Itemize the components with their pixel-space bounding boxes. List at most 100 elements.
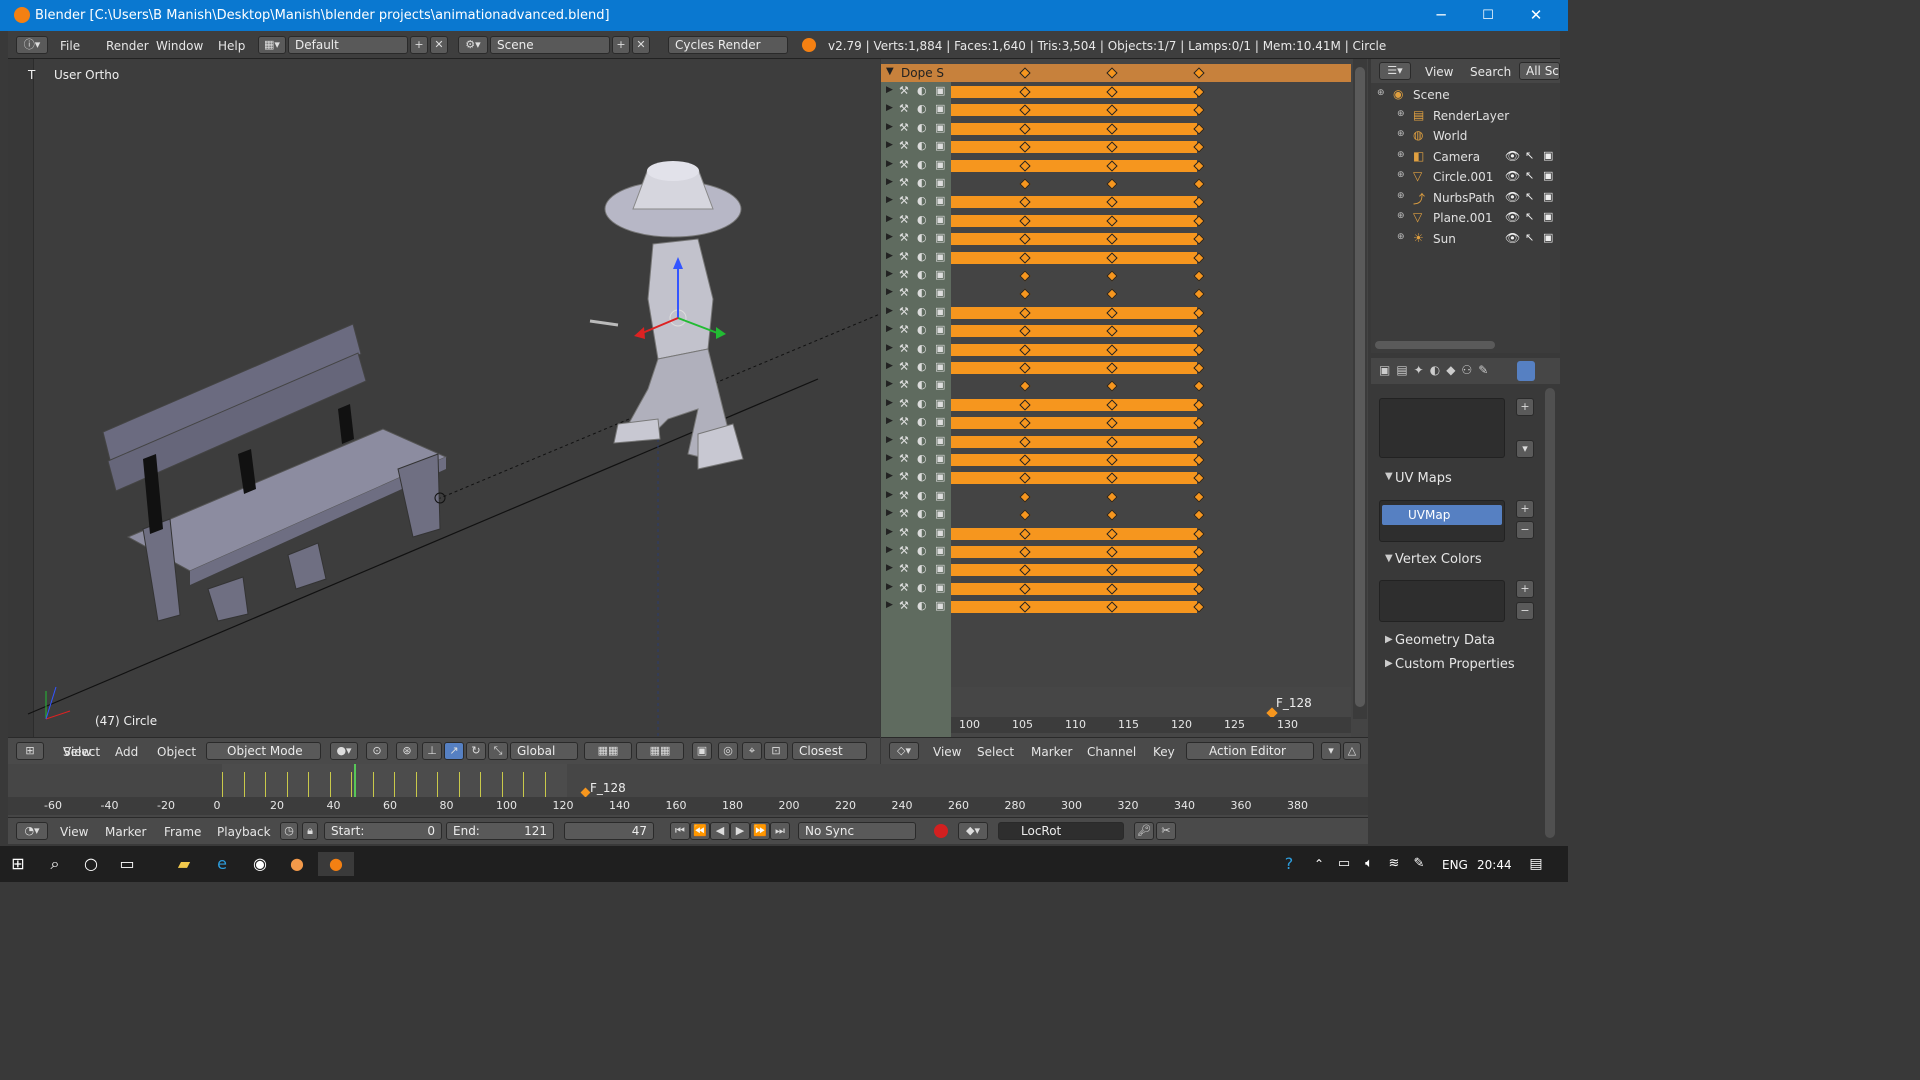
expand-icon[interactable]: ▼ — [886, 66, 894, 77]
fcurve-modifier-icon[interactable]: ⚒ — [899, 305, 909, 318]
windows-start-icon[interactable]: ⊞ — [4, 852, 32, 876]
outliner-expand-icon[interactable]: ⊕ — [1397, 232, 1405, 242]
mute-icon[interactable]: ◐ — [917, 544, 927, 557]
lock-icon[interactable]: ▣ — [935, 305, 945, 318]
remove-scene-icon[interactable]: ✕ — [632, 36, 650, 54]
maximize-button[interactable]: ☐ — [1465, 0, 1511, 31]
dope-mode-select[interactable]: Action Editor — [1186, 742, 1314, 760]
fcurve-modifier-icon[interactable]: ⚒ — [899, 323, 909, 336]
fcurve-modifier-icon[interactable]: ⚒ — [899, 102, 909, 115]
vertex-colors-panel-title[interactable]: Vertex Colors — [1395, 552, 1482, 567]
blender-taskbar-icon[interactable]: ● — [318, 852, 354, 876]
edge-browser-icon[interactable]: e — [208, 852, 236, 876]
dope-marker-menu[interactable]: Marker — [1031, 745, 1072, 759]
mute-icon[interactable]: ◐ — [917, 562, 927, 575]
expand-icon[interactable]: ▶ — [886, 306, 893, 316]
jump-end-icon[interactable]: ⏭ — [770, 822, 790, 840]
fcurve-modifier-icon[interactable]: ⚒ — [899, 415, 909, 428]
chrome-icon[interactable]: ◉ — [246, 852, 274, 876]
lock-icon[interactable]: ▣ — [935, 268, 945, 281]
lock-icon[interactable]: ▣ — [935, 102, 945, 115]
vertex-group-menu-icon[interactable]: ▾ — [1516, 440, 1534, 458]
proportional-icon[interactable]: ⊛ — [396, 742, 418, 760]
dope-channel-row[interactable]: ▶ ⚒ ◐ ▣ — [881, 580, 1351, 598]
custom-properties-expand-icon[interactable]: ▶ — [1385, 658, 1393, 669]
render-camera-icon[interactable]: ▣ — [1543, 149, 1553, 162]
mute-icon[interactable]: ◐ — [917, 526, 927, 539]
file-explorer-icon[interactable]: ▰ — [170, 852, 198, 876]
dope-channel-row[interactable]: ▶ ⚒ ◐ ▣ — [881, 285, 1351, 303]
mute-icon[interactable]: ◐ — [917, 84, 927, 97]
dope-channel-row[interactable]: ▶ ⚒ ◐ ▣ — [881, 433, 1351, 451]
render-camera-icon[interactable]: ▣ — [1543, 190, 1553, 203]
dope-channel-row[interactable]: ▶ ⚒ ◐ ▣ — [881, 193, 1351, 211]
mute-icon[interactable]: ◐ — [917, 452, 927, 465]
outliner-expand-icon[interactable]: ⊕ — [1397, 211, 1405, 221]
lock-icon[interactable]: ▣ — [935, 213, 945, 226]
outliner-item-camera[interactable]: ⊕ ◧ Camera 👁︎ ↖ ▣ — [1371, 147, 1560, 167]
mute-icon[interactable]: ◐ — [917, 231, 927, 244]
filter-dropdown-icon[interactable]: ▾ — [1321, 742, 1341, 760]
mute-icon[interactable]: ◐ — [917, 489, 927, 502]
keyframe-icon[interactable] — [1106, 178, 1118, 190]
lock-layers-icon[interactable]: ▣ — [692, 742, 712, 760]
mute-icon[interactable]: ◐ — [917, 250, 927, 263]
wifi-icon[interactable]: ≋ — [1380, 852, 1408, 876]
lock-icon[interactable]: ▣ — [935, 286, 945, 299]
properties-editor[interactable]: ▣▤✦◐◆⚇✎ + ▾ ▼ UV Maps UVMap + − ▼ Vertex… — [1371, 358, 1560, 842]
lock-icon[interactable]: ▣ — [935, 121, 945, 134]
expand-icon[interactable]: ▶ — [886, 527, 893, 537]
fcurve-modifier-icon[interactable]: ⚒ — [899, 378, 909, 391]
dope-channel-row[interactable]: ▶ ⚒ ◐ ▣ — [881, 101, 1351, 119]
3d-viewport[interactable]: T User Ortho (47) Circle — [8, 59, 880, 737]
mute-icon[interactable]: ◐ — [917, 342, 927, 355]
editor-type-timeline-icon[interactable]: ◔▾ — [16, 822, 48, 840]
visibility-eye-icon[interactable]: 👁︎ — [1505, 210, 1520, 224]
outliner-item-plane-001[interactable]: ⊕ ▽ Plane.001 👁︎ ↖ ▣ — [1371, 208, 1560, 228]
current-frame-field[interactable]: 47 — [564, 822, 654, 840]
mute-icon[interactable]: ◐ — [917, 507, 927, 520]
close-button[interactable]: ✕ — [1513, 0, 1559, 31]
properties-scrollbar[interactable] — [1545, 388, 1555, 838]
dope-scrollbar[interactable] — [1353, 59, 1367, 719]
keying-set-field[interactable]: LocRot — [998, 822, 1124, 840]
fcurve-modifier-icon[interactable]: ⚒ — [899, 286, 909, 299]
expand-icon[interactable]: ▶ — [886, 416, 893, 426]
fcurve-modifier-icon[interactable]: ⚒ — [899, 342, 909, 355]
outliner-expand-icon[interactable]: ⊕ — [1397, 129, 1405, 139]
mute-icon[interactable]: ◐ — [917, 323, 927, 336]
outliner-filter-select[interactable]: All Sce — [1519, 62, 1560, 80]
snap-element-icon[interactable]: ⊡ — [764, 742, 788, 760]
keyframe-icon[interactable] — [1193, 178, 1205, 190]
keyframe-icon[interactable] — [1019, 288, 1031, 301]
dope-channel-row[interactable]: ▶ ⚒ ◐ ▣ — [881, 561, 1351, 579]
fcurve-modifier-icon[interactable]: ⚒ — [899, 599, 909, 612]
outliner-expand-icon[interactable]: ⊕ — [1377, 88, 1385, 98]
keyframe-icon[interactable] — [1019, 380, 1031, 393]
keyframe-icon[interactable] — [1193, 509, 1205, 521]
lock-range-icon[interactable]: 🔒︎ — [302, 822, 318, 840]
select-arrow-icon[interactable]: ↖ — [1525, 210, 1534, 223]
translate-manipulator-icon[interactable]: ↗ — [444, 742, 464, 760]
play-reverse-icon[interactable]: ◀ — [710, 822, 730, 840]
scale-manipulator-icon[interactable]: ⤡ — [488, 742, 508, 760]
geometry-data-expand-icon[interactable]: ▶ — [1385, 634, 1393, 645]
visibility-eye-icon[interactable]: 👁︎ — [1505, 169, 1520, 183]
lock-icon[interactable]: ▣ — [935, 526, 945, 539]
insert-keyframe-icon[interactable]: 🔑︎ — [1134, 822, 1154, 840]
add-vertex-color-icon[interactable]: + — [1516, 580, 1534, 598]
lock-icon[interactable]: ▣ — [935, 250, 945, 263]
dope-channel-row[interactable]: ▶ ⚒ ◐ ▣ — [881, 451, 1351, 469]
fcurve-modifier-icon[interactable]: ⚒ — [899, 544, 909, 557]
visibility-eye-icon[interactable]: 👁︎ — [1505, 149, 1520, 163]
select-menu[interactable]: Select — [63, 745, 100, 759]
expand-icon[interactable]: ▶ — [886, 490, 893, 500]
keyframe-icon[interactable] — [1106, 270, 1118, 282]
vertex-colors-expand-icon[interactable]: ▼ — [1385, 553, 1393, 564]
expand-icon[interactable]: ▶ — [886, 324, 893, 334]
fcurve-modifier-icon[interactable]: ⚒ — [899, 268, 909, 281]
mute-icon[interactable]: ◐ — [917, 139, 927, 152]
outliner-item-circle-001[interactable]: ⊕ ▽ Circle.001 👁︎ ↖ ▣ — [1371, 167, 1560, 187]
end-frame-field[interactable]: End: 121 — [446, 822, 554, 840]
expand-icon[interactable]: ▶ — [886, 232, 893, 242]
